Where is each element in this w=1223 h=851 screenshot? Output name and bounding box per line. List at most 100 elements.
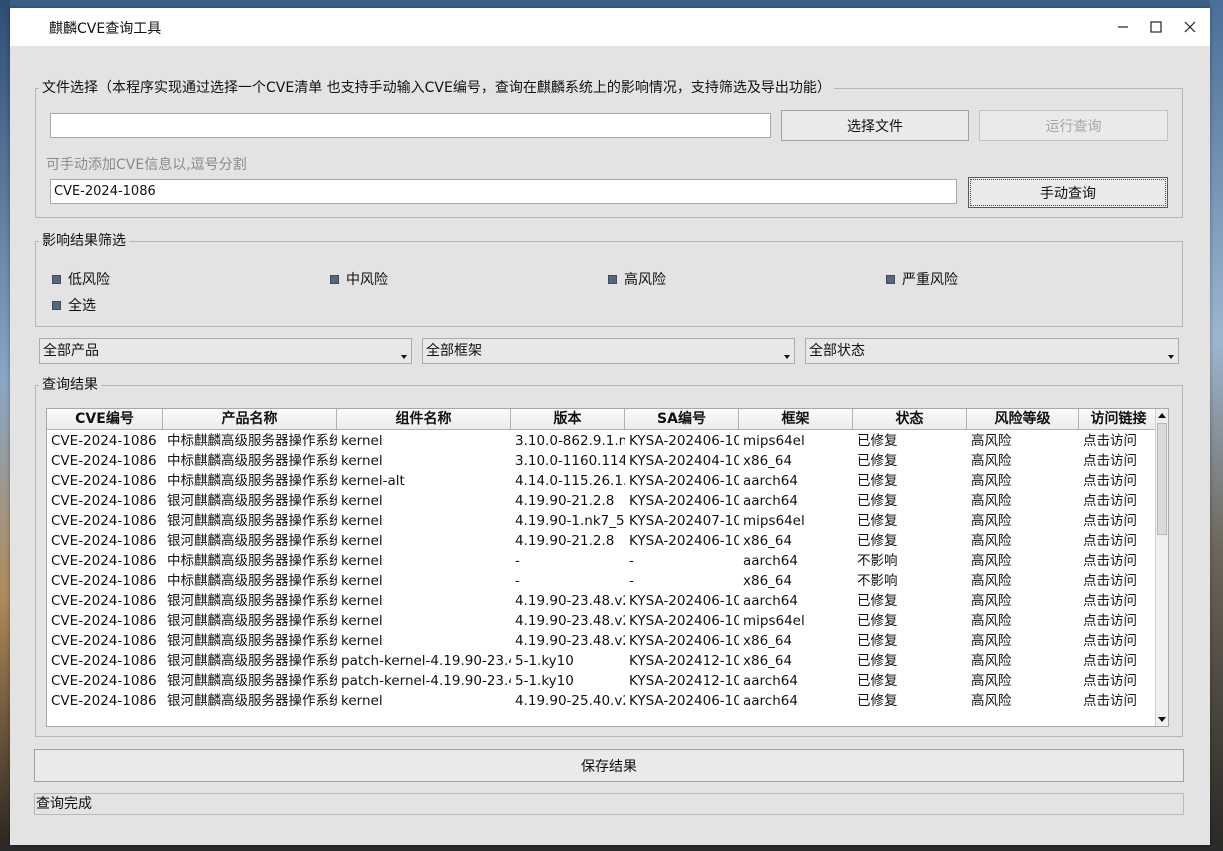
column-header[interactable]: 访问链接 xyxy=(1079,409,1159,430)
critical-risk-label: 严重风险 xyxy=(902,272,958,288)
manual-cve-input[interactable]: CVE-2024-1086 xyxy=(50,179,957,204)
visit-link[interactable]: 点击访问 xyxy=(1079,691,1159,711)
status-filter-select[interactable]: 全部状态 xyxy=(805,338,1179,364)
table-row[interactable]: CVE-2024-1086 银河麒麟高级服务器操作系统 kernel 4.19.90-… xyxy=(47,631,1159,651)
table-row[interactable]: CVE-2024-1086 中标麒麟高级服务器操作系统 kernel 3.10.0-1… xyxy=(47,451,1159,471)
visit-link[interactable]: 点击访问 xyxy=(1079,431,1159,451)
window-title: 麒麟CVE查询工具 xyxy=(49,21,162,37)
table-cell: 银河麒麟高级服务器操作系统 xyxy=(167,633,337,649)
table-cell: CVE-2024-1086 xyxy=(51,613,157,629)
visit-link[interactable]: 点击访问 xyxy=(1079,671,1159,691)
high-risk-checkbox[interactable]: 高风险 xyxy=(608,269,666,289)
scroll-up-icon xyxy=(1158,413,1166,418)
table-cell: 已修复 xyxy=(857,593,898,609)
visit-link[interactable]: 点击访问 xyxy=(1079,551,1159,571)
column-header[interactable]: 版本 xyxy=(511,409,625,430)
table-cell: KYSA-202406-103 xyxy=(629,633,739,649)
select-all-checkbox[interactable]: 全选 xyxy=(52,295,96,315)
table-cell: CVE-2024-1086 xyxy=(51,513,157,529)
table-cell: KYSA-202406-103 xyxy=(629,613,739,629)
table-cell: 已修复 xyxy=(857,633,898,649)
checkbox-indicator xyxy=(52,274,61,284)
manual-query-button[interactable]: 手动查询 xyxy=(968,177,1168,208)
table-cell: 3.10.0-1160.114.2 xyxy=(515,453,625,469)
table-cell: 4.19.90-23.48.v21 xyxy=(515,613,625,629)
visit-link[interactable]: 点击访问 xyxy=(1079,531,1159,551)
chevron-down-icon xyxy=(401,355,407,359)
arch-filter-value: 全部框架 xyxy=(426,343,482,359)
table-cell: 4.19.90-25.40.v21 xyxy=(515,693,625,709)
table-cell: mips64el xyxy=(743,513,805,529)
table-cell: CVE-2024-1086 xyxy=(51,633,157,649)
table-row[interactable]: CVE-2024-1086 中标麒麟高级服务器操作系统 kernel - - aarch6… xyxy=(47,551,1159,571)
close-icon xyxy=(1184,21,1196,33)
column-header[interactable]: 产品名称 xyxy=(163,409,337,430)
visit-link[interactable]: 点击访问 xyxy=(1079,511,1159,531)
table-cell: 已修复 xyxy=(857,453,898,469)
scroll-up-button[interactable] xyxy=(1156,409,1168,421)
table-row[interactable]: CVE-2024-1086 中标麒麟高级服务器操作系统 kernel - - x86_64… xyxy=(47,571,1159,591)
column-header[interactable]: CVE编号 xyxy=(47,409,163,430)
table-cell: x86_64 xyxy=(743,633,793,649)
table-row[interactable]: CVE-2024-1086 中标麒麟高级服务器操作系统 kernel-alt 4.14… xyxy=(47,471,1159,491)
run-query-button[interactable]: 运行查询 xyxy=(979,110,1168,141)
table-cell: kernel xyxy=(341,613,383,629)
table-cell: KYSA-202406-105 xyxy=(629,493,739,509)
close-button[interactable] xyxy=(1173,12,1207,42)
table-cell: kernel-alt xyxy=(341,473,405,489)
column-header[interactable]: SA编号 xyxy=(625,409,739,430)
table-row[interactable]: CVE-2024-1086 中标麒麟高级服务器操作系统 kernel 3.10.0-8… xyxy=(47,431,1159,451)
table-cell: 中标麒麟高级服务器操作系统 xyxy=(167,433,337,449)
table-row[interactable]: CVE-2024-1086 银河麒麟高级服务器操作系统 kernel 4.19.90-… xyxy=(47,591,1159,611)
table-cell: 银河麒麟高级服务器操作系统 xyxy=(167,493,337,509)
table-row[interactable]: CVE-2024-1086 银河麒麟高级服务器操作系统 patch-kernel-4… xyxy=(47,651,1159,671)
scroll-down-button[interactable] xyxy=(1156,714,1168,726)
table-cell: 银河麒麟高级服务器操作系统 xyxy=(167,533,337,549)
table-cell: kernel xyxy=(341,593,383,609)
scroll-down-icon xyxy=(1158,717,1166,722)
table-row[interactable]: CVE-2024-1086 银河麒麟高级服务器操作系统 kernel 4.19.90-… xyxy=(47,691,1159,711)
table-cell: patch-kernel-4.19.90-23.42. xyxy=(341,653,511,669)
table-row[interactable]: CVE-2024-1086 银河麒麟高级服务器操作系统 patch-kernel-4… xyxy=(47,671,1159,691)
table-row[interactable]: CVE-2024-1086 银河麒麟高级服务器操作系统 kernel 4.19.90-… xyxy=(47,611,1159,631)
visit-link[interactable]: 点击访问 xyxy=(1079,611,1159,631)
column-header[interactable]: 组件名称 xyxy=(337,409,511,430)
visit-link[interactable]: 点击访问 xyxy=(1079,591,1159,611)
visit-link[interactable]: 点击访问 xyxy=(1079,471,1159,491)
scroll-thumb[interactable] xyxy=(1157,423,1167,535)
critical-risk-checkbox[interactable]: 严重风险 xyxy=(886,269,958,289)
table-row[interactable]: CVE-2024-1086 银河麒麟高级服务器操作系统 kernel 4.19.90-… xyxy=(47,491,1159,511)
table-cell: CVE-2024-1086 xyxy=(51,593,157,609)
maximize-button[interactable] xyxy=(1139,12,1173,42)
arch-filter-select[interactable]: 全部框架 xyxy=(422,338,795,364)
visit-link[interactable]: 点击访问 xyxy=(1079,451,1159,471)
column-header[interactable]: 风险等级 xyxy=(967,409,1079,430)
medium-risk-checkbox[interactable]: 中风险 xyxy=(330,269,388,289)
table-cell: 高风险 xyxy=(971,573,1012,589)
product-filter-value: 全部产品 xyxy=(43,343,99,359)
visit-link[interactable]: 点击访问 xyxy=(1079,491,1159,511)
low-risk-checkbox[interactable]: 低风险 xyxy=(52,269,110,289)
save-results-button[interactable]: 保存结果 xyxy=(34,749,1184,782)
table-cell: 已修复 xyxy=(857,673,898,689)
select-file-button[interactable]: 选择文件 xyxy=(781,110,969,141)
column-header[interactable]: 框架 xyxy=(739,409,853,430)
table-row[interactable]: CVE-2024-1086 银河麒麟高级服务器操作系统 kernel 4.19.90-… xyxy=(47,531,1159,551)
table-cell: 已修复 xyxy=(857,533,898,549)
vertical-scrollbar[interactable] xyxy=(1155,409,1168,726)
column-header[interactable]: 状态 xyxy=(853,409,967,430)
table-cell: 不影响 xyxy=(857,573,898,589)
table-cell: KYSA-202412-102 xyxy=(629,653,739,669)
product-filter-select[interactable]: 全部产品 xyxy=(39,338,412,364)
minimize-button[interactable] xyxy=(1106,12,1140,42)
table-cell: kernel xyxy=(341,533,383,549)
table-cell: 中标麒麟高级服务器操作系统 xyxy=(167,453,337,469)
visit-link[interactable]: 点击访问 xyxy=(1079,651,1159,671)
table-cell: CVE-2024-1086 xyxy=(51,433,157,449)
table-row[interactable]: CVE-2024-1086 银河麒麟高级服务器操作系统 kernel 4.19.90-… xyxy=(47,511,1159,531)
visit-link[interactable]: 点击访问 xyxy=(1079,571,1159,591)
file-path-input[interactable] xyxy=(50,113,771,138)
table-cell: 已修复 xyxy=(857,433,898,449)
visit-link[interactable]: 点击访问 xyxy=(1079,631,1159,651)
table-cell: 银河麒麟高级服务器操作系统 xyxy=(167,593,337,609)
